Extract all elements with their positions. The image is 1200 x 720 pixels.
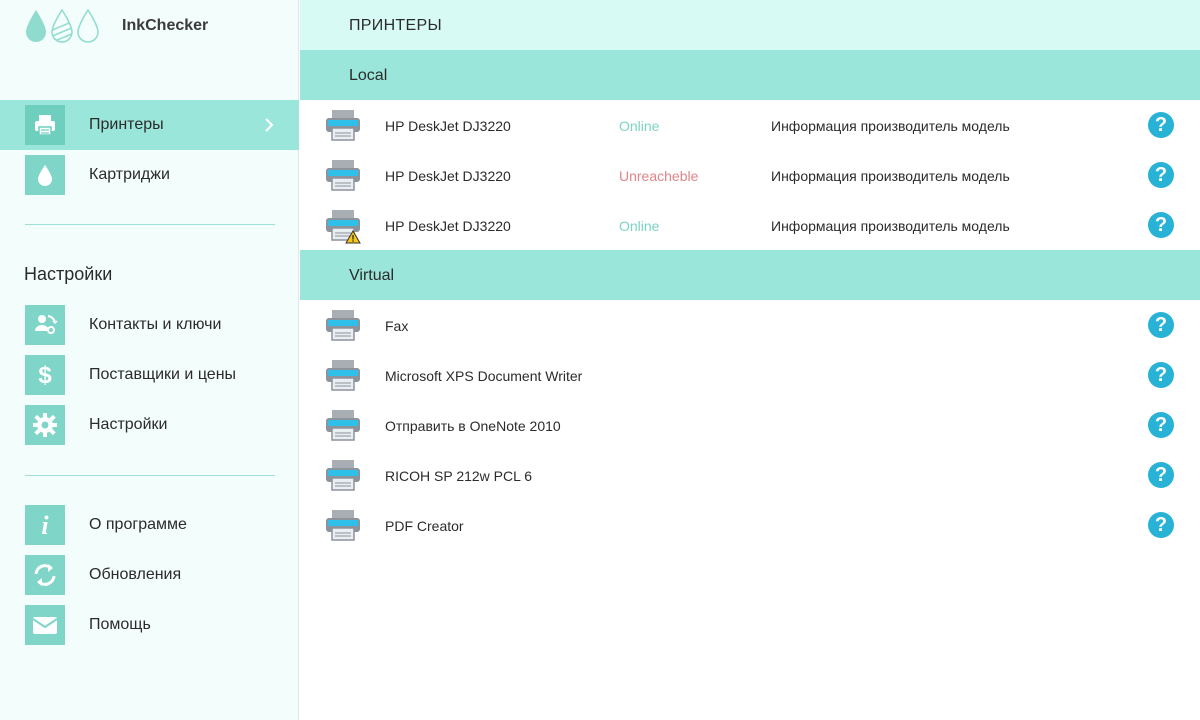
help-icon[interactable]: ? bbox=[1148, 112, 1174, 138]
nav-label: Настройки bbox=[89, 416, 168, 433]
dollar-icon: $ bbox=[25, 355, 65, 395]
settings-section-title: Настройки bbox=[24, 264, 113, 284]
printer-icon bbox=[25, 105, 65, 145]
nav-item-printers[interactable]: Принтеры bbox=[0, 100, 299, 150]
printer-row[interactable]: Отправить в OneNote 2010 ? bbox=[300, 400, 1200, 450]
printer-info: Информация производитель модель bbox=[771, 218, 1010, 234]
printer-icon bbox=[326, 510, 360, 541]
nav-item-cartridges[interactable]: Картриджи bbox=[0, 150, 299, 200]
printer-icon bbox=[326, 460, 360, 491]
info-icon: i bbox=[25, 505, 65, 545]
printer-row[interactable]: HP DeskJet DJ3220 Online Информация прои… bbox=[300, 200, 1200, 250]
nav-label: Контакты и ключи bbox=[89, 316, 222, 333]
printer-name: Microsoft XPS Document Writer bbox=[385, 368, 583, 384]
printer-status: Unreacheble bbox=[619, 168, 699, 184]
printer-name: PDF Creator bbox=[385, 518, 464, 534]
nav-item-suppliers[interactable]: $ Поставщики и цены bbox=[0, 350, 299, 400]
group-label: Local bbox=[349, 67, 388, 84]
sidebar-divider bbox=[25, 475, 275, 476]
envelope-icon bbox=[25, 605, 65, 645]
chevron-right-icon bbox=[265, 118, 274, 132]
sidebar-divider bbox=[25, 224, 275, 225]
group-label: Virtual bbox=[349, 267, 395, 284]
help-icon[interactable]: ? bbox=[1148, 362, 1174, 388]
app-brand: InkChecker bbox=[24, 8, 208, 44]
sidebar: InkChecker Принтеры Картриджи Настройки … bbox=[0, 0, 299, 720]
printer-info: Информация производитель модель bbox=[771, 118, 1010, 134]
help-icon[interactable]: ? bbox=[1148, 462, 1174, 488]
warning-icon bbox=[345, 230, 361, 244]
printer-icon bbox=[326, 110, 360, 141]
svg-text:i: i bbox=[41, 512, 49, 538]
printer-icon bbox=[326, 160, 360, 191]
ink-drop-icon bbox=[25, 155, 65, 195]
help-icon[interactable]: ? bbox=[1148, 312, 1174, 338]
nav-item-help[interactable]: Помощь bbox=[0, 600, 299, 650]
logo-drops-icon bbox=[24, 9, 100, 43]
printer-row[interactable]: Microsoft XPS Document Writer ? bbox=[300, 350, 1200, 400]
printer-name: Отправить в OneNote 2010 bbox=[385, 418, 561, 434]
printer-icon bbox=[326, 360, 360, 391]
main-panel: ПРИНТЕРЫ Local HP DeskJet DJ3220 Online … bbox=[300, 0, 1200, 720]
update-icon bbox=[25, 555, 65, 595]
printer-status: Online bbox=[619, 118, 660, 134]
app-name: InkChecker bbox=[122, 17, 209, 34]
help-icon[interactable]: ? bbox=[1148, 512, 1174, 538]
nav-item-updates[interactable]: Обновления bbox=[0, 550, 299, 600]
gear-icon bbox=[25, 405, 65, 445]
printer-name: HP DeskJet DJ3220 bbox=[385, 218, 511, 234]
printer-icon bbox=[326, 310, 360, 341]
nav-label: О программе bbox=[89, 516, 187, 533]
printer-name: Fax bbox=[385, 318, 409, 334]
nav-label: Принтеры bbox=[89, 116, 164, 133]
printer-row[interactable]: RICOH SP 212w PCL 6 ? bbox=[300, 450, 1200, 500]
printer-row[interactable]: PDF Creator ? bbox=[300, 500, 1200, 550]
nav-label: Обновления bbox=[89, 566, 182, 583]
printer-row[interactable]: HP DeskJet DJ3220 Online Информация прои… bbox=[300, 100, 1200, 150]
printer-row[interactable]: Fax ? bbox=[300, 300, 1200, 350]
group-header-virtual: Virtual bbox=[300, 250, 1200, 300]
help-icon[interactable]: ? bbox=[1148, 412, 1174, 438]
printer-info: Информация производитель модель bbox=[771, 168, 1010, 184]
printer-status: Online bbox=[619, 218, 660, 234]
printer-name: HP DeskJet DJ3220 bbox=[385, 168, 511, 184]
page-title: ПРИНТЕРЫ bbox=[349, 17, 442, 34]
help-icon[interactable]: ? bbox=[1148, 162, 1174, 188]
nav-item-about[interactable]: i О программе bbox=[0, 500, 299, 550]
printer-icon bbox=[326, 410, 360, 441]
nav-label: Картриджи bbox=[89, 166, 170, 183]
printer-row[interactable]: HP DeskJet DJ3220 Unreacheble Информация… bbox=[300, 150, 1200, 200]
nav-item-settings[interactable]: Настройки bbox=[0, 400, 299, 450]
group-header-local: Local bbox=[300, 50, 1200, 100]
printer-name: RICOH SP 212w PCL 6 bbox=[385, 468, 533, 484]
help-icon[interactable]: ? bbox=[1148, 212, 1174, 238]
nav-item-contacts[interactable]: Контакты и ключи bbox=[0, 300, 299, 350]
nav-label: Помощь bbox=[89, 616, 151, 633]
svg-text:$: $ bbox=[38, 362, 52, 388]
top-bar: ПРИНТЕРЫ bbox=[300, 0, 1200, 50]
printer-name: HP DeskJet DJ3220 bbox=[385, 118, 511, 134]
contacts-icon bbox=[25, 305, 65, 345]
nav-label: Поставщики и цены bbox=[89, 366, 237, 383]
